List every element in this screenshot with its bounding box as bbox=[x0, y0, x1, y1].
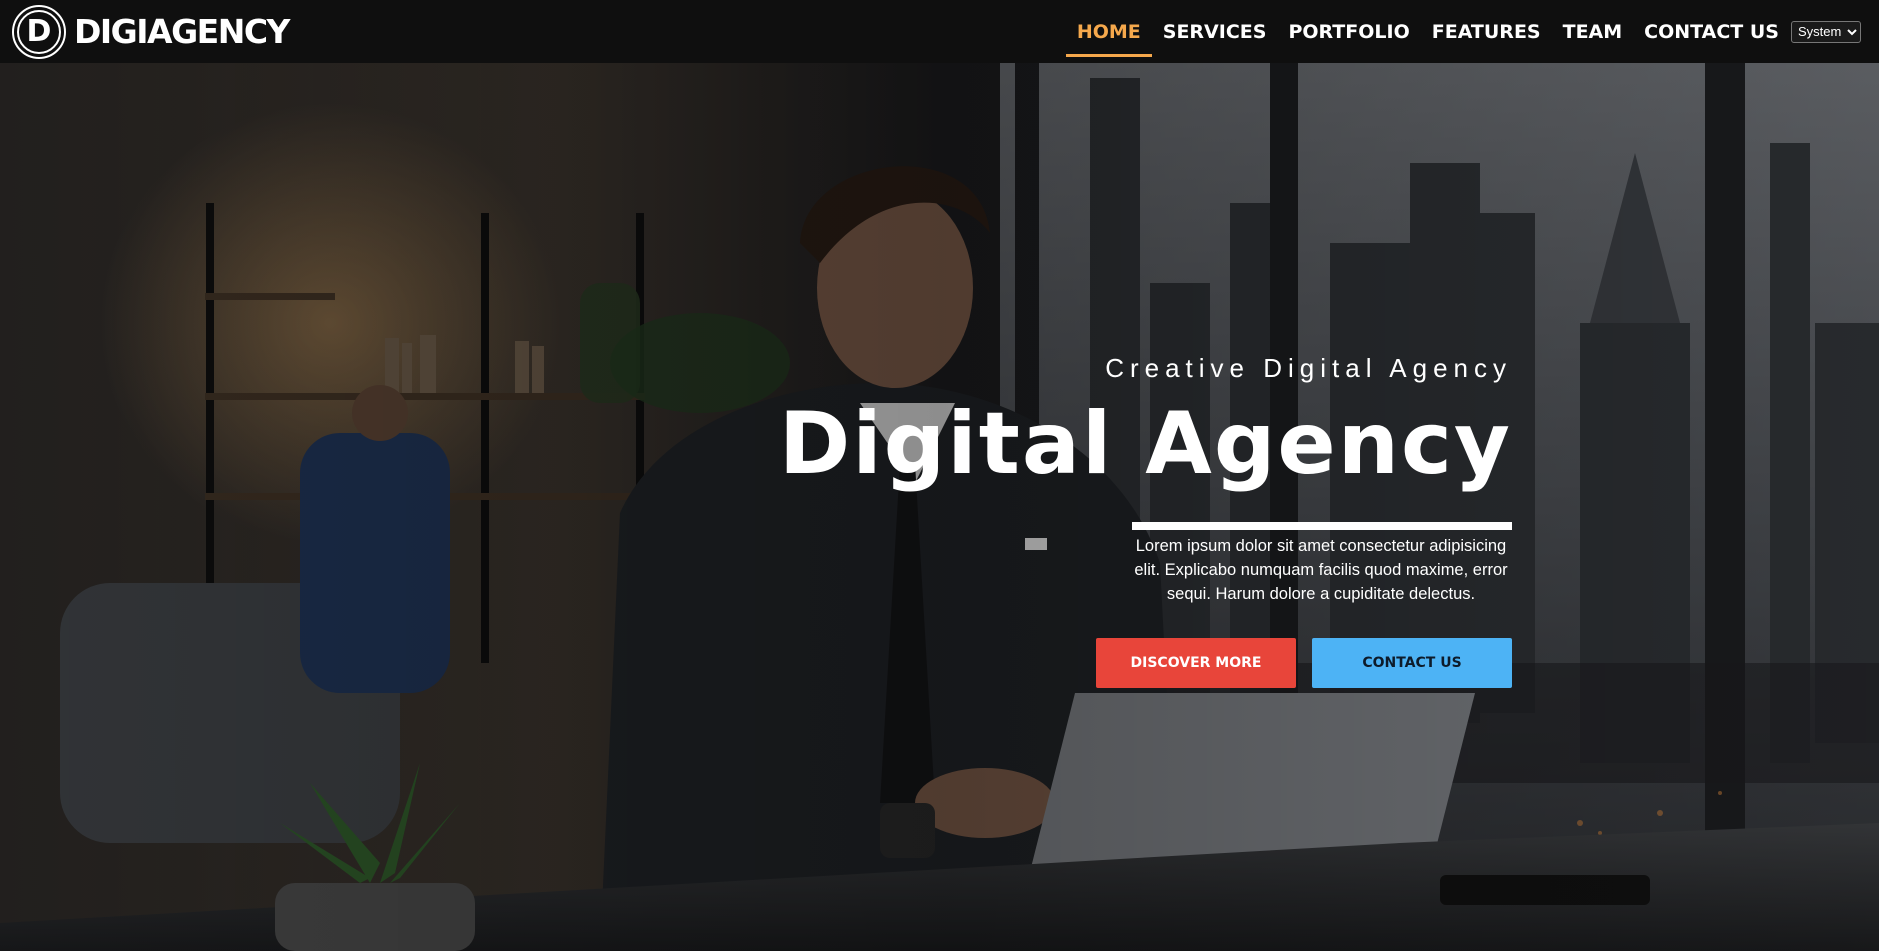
hero-subtitle: Creative Digital Agency bbox=[1105, 353, 1512, 383]
nav-item-home[interactable]: HOME bbox=[1065, 0, 1152, 63]
nav-item-contact-us[interactable]: CONTACT US bbox=[1633, 0, 1790, 63]
nav-item-features[interactable]: FEATURES bbox=[1421, 0, 1552, 63]
hero-actions: DISCOVER MORE CONTACT US bbox=[1096, 638, 1512, 688]
brand-logo-icon: D bbox=[12, 4, 66, 59]
main-nav: HOME SERVICES PORTFOLIO FEATURES TEAM CO… bbox=[1065, 0, 1861, 63]
hero-title: Digital Agency bbox=[778, 394, 1512, 494]
discover-more-button[interactable]: DISCOVER MORE bbox=[1096, 638, 1296, 688]
navbar: D DIGIAGENCY HOME SERVICES PORTFOLIO FEA… bbox=[0, 0, 1879, 63]
contact-us-button[interactable]: CONTACT US bbox=[1312, 638, 1512, 688]
hero-title-underline bbox=[1132, 522, 1512, 530]
hero-background-image bbox=[0, 63, 1879, 951]
brand[interactable]: D DIGIAGENCY bbox=[12, 4, 290, 59]
nav-item-services[interactable]: SERVICES bbox=[1152, 0, 1278, 63]
hero-content: Creative Digital Agency Digital Agency bbox=[752, 353, 1512, 494]
hero-description: Lorem ipsum dolor sit amet consectetur a… bbox=[1134, 537, 1508, 603]
nav-item-portfolio[interactable]: PORTFOLIO bbox=[1277, 0, 1420, 63]
nav-item-team[interactable]: TEAM bbox=[1552, 0, 1634, 63]
brand-name: DIGIAGENCY bbox=[74, 12, 290, 51]
hero-section: Creative Digital Agency Digital Agency L… bbox=[0, 63, 1879, 951]
logo-letter: D bbox=[17, 9, 61, 54]
theme-select[interactable]: System bbox=[1791, 20, 1861, 43]
